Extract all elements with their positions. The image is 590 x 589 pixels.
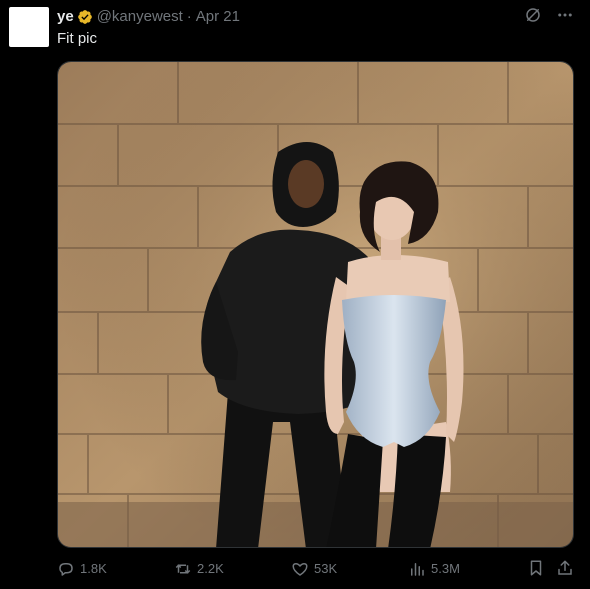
heart-icon [291, 560, 309, 578]
tweet-top-actions [524, 6, 574, 24]
views-count: 5.3M [431, 561, 460, 576]
separator-dot: · [186, 8, 192, 25]
tweet-photo[interactable] [57, 61, 574, 548]
display-name[interactable]: ye [57, 7, 74, 27]
like-button[interactable]: 53K [291, 559, 337, 579]
views-chart-icon [408, 560, 426, 578]
verified-badge-icon [77, 9, 93, 25]
views-button[interactable]: 5.3M [408, 559, 460, 579]
photo-illustration [58, 62, 573, 547]
grok-icon[interactable] [524, 6, 542, 24]
tweet-text: Fit pic [57, 30, 98, 47]
share-button[interactable] [556, 559, 574, 577]
reply-icon [57, 560, 75, 578]
tweet[interactable]: ye @kanyewest · Apr 21 Fit pic 1.8K 2.2K… [0, 0, 590, 589]
bookmark-button[interactable] [527, 559, 545, 577]
reply-button[interactable]: 1.8K [57, 559, 107, 579]
reply-count: 1.8K [80, 561, 107, 576]
repost-count: 2.2K [197, 561, 224, 576]
tweet-actions: 1.8K 2.2K 53K 5.3M [57, 559, 574, 581]
repost-button[interactable]: 2.2K [174, 559, 224, 579]
tweet-header: ye @kanyewest · Apr 21 [57, 6, 240, 28]
like-count: 53K [314, 561, 338, 576]
repost-icon [174, 560, 192, 578]
handle[interactable]: @kanyewest [97, 7, 183, 27]
bookmark-icon [527, 559, 545, 577]
timestamp[interactable]: Apr 21 [196, 7, 240, 27]
more-options-icon[interactable] [556, 6, 574, 24]
avatar[interactable] [9, 7, 49, 47]
share-icon [556, 559, 574, 577]
